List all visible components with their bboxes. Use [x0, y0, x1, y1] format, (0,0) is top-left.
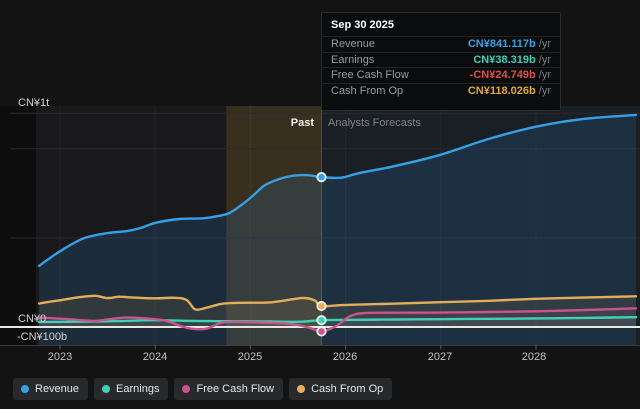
- tooltip-label: Earnings: [331, 54, 374, 67]
- legend-label: Free Cash Flow: [196, 383, 274, 395]
- legend-label: Earnings: [116, 383, 159, 395]
- tooltip-row-free-cash-flow: Free Cash Flow -CN¥24.749b /yr: [322, 67, 560, 83]
- chart-panel: CN¥1t CN¥0 -CN¥100b 2023 2024 2025 2026 …: [0, 0, 640, 409]
- revenue-dot-icon: [21, 385, 29, 393]
- legend-label: Cash From Op: [311, 383, 383, 395]
- tooltip-value: CN¥38.319b: [473, 54, 535, 66]
- y-axis-label-1t: CN¥1t: [18, 97, 49, 109]
- y-axis-label-zero: CN¥0: [18, 313, 46, 325]
- x-axis-label-2023: 2023: [48, 351, 72, 363]
- free-cash-flow-dot-icon: [182, 385, 190, 393]
- tooltip-suffix: /yr: [536, 54, 551, 66]
- legend-chip-earnings[interactable]: Earnings: [94, 378, 168, 400]
- tooltip-row-revenue: Revenue CN¥841.117b /yr: [322, 36, 560, 52]
- tooltip-suffix: /yr: [536, 85, 551, 97]
- tooltip-row-cash-from-op: Cash From Op CN¥118.026b /yr: [322, 83, 560, 99]
- x-axis-label-2024: 2024: [143, 351, 167, 363]
- past-section-label: Past: [234, 117, 314, 129]
- tooltip-row-earnings: Earnings CN¥38.319b /yr: [322, 52, 560, 68]
- legend-label: Revenue: [35, 383, 79, 395]
- tooltip-suffix: /yr: [536, 38, 551, 50]
- legend-chip-cash-from-op[interactable]: Cash From Op: [289, 378, 392, 400]
- x-axis-label-2028: 2028: [522, 351, 546, 363]
- y-axis-label-neg100b: -CN¥100b: [17, 331, 67, 343]
- legend: Revenue Earnings Free Cash Flow Cash Fro…: [13, 378, 392, 400]
- tooltip-value: CN¥841.117b: [468, 38, 536, 50]
- x-axis-label-2026: 2026: [333, 351, 357, 363]
- tooltip-value: CN¥118.026b: [468, 85, 536, 97]
- tooltip-label: Revenue: [331, 38, 375, 51]
- tooltip-label: Cash From Op: [331, 85, 403, 98]
- tooltip-value: -CN¥24.749b: [470, 69, 536, 81]
- legend-chip-free-cash-flow[interactable]: Free Cash Flow: [174, 378, 283, 400]
- tooltip-suffix: /yr: [536, 69, 551, 81]
- tooltip: Sep 30 2025 Revenue CN¥841.117b /yr Earn…: [321, 12, 561, 111]
- tooltip-label: Free Cash Flow: [331, 69, 409, 82]
- tooltip-date: Sep 30 2025: [322, 13, 560, 36]
- x-axis-label-2025: 2025: [238, 351, 262, 363]
- cash-from-op-dot-icon: [297, 385, 305, 393]
- forecast-section-label: Analysts Forecasts: [328, 117, 421, 129]
- legend-chip-revenue[interactable]: Revenue: [13, 378, 88, 400]
- x-axis-label-2027: 2027: [428, 351, 452, 363]
- earnings-dot-icon: [102, 385, 110, 393]
